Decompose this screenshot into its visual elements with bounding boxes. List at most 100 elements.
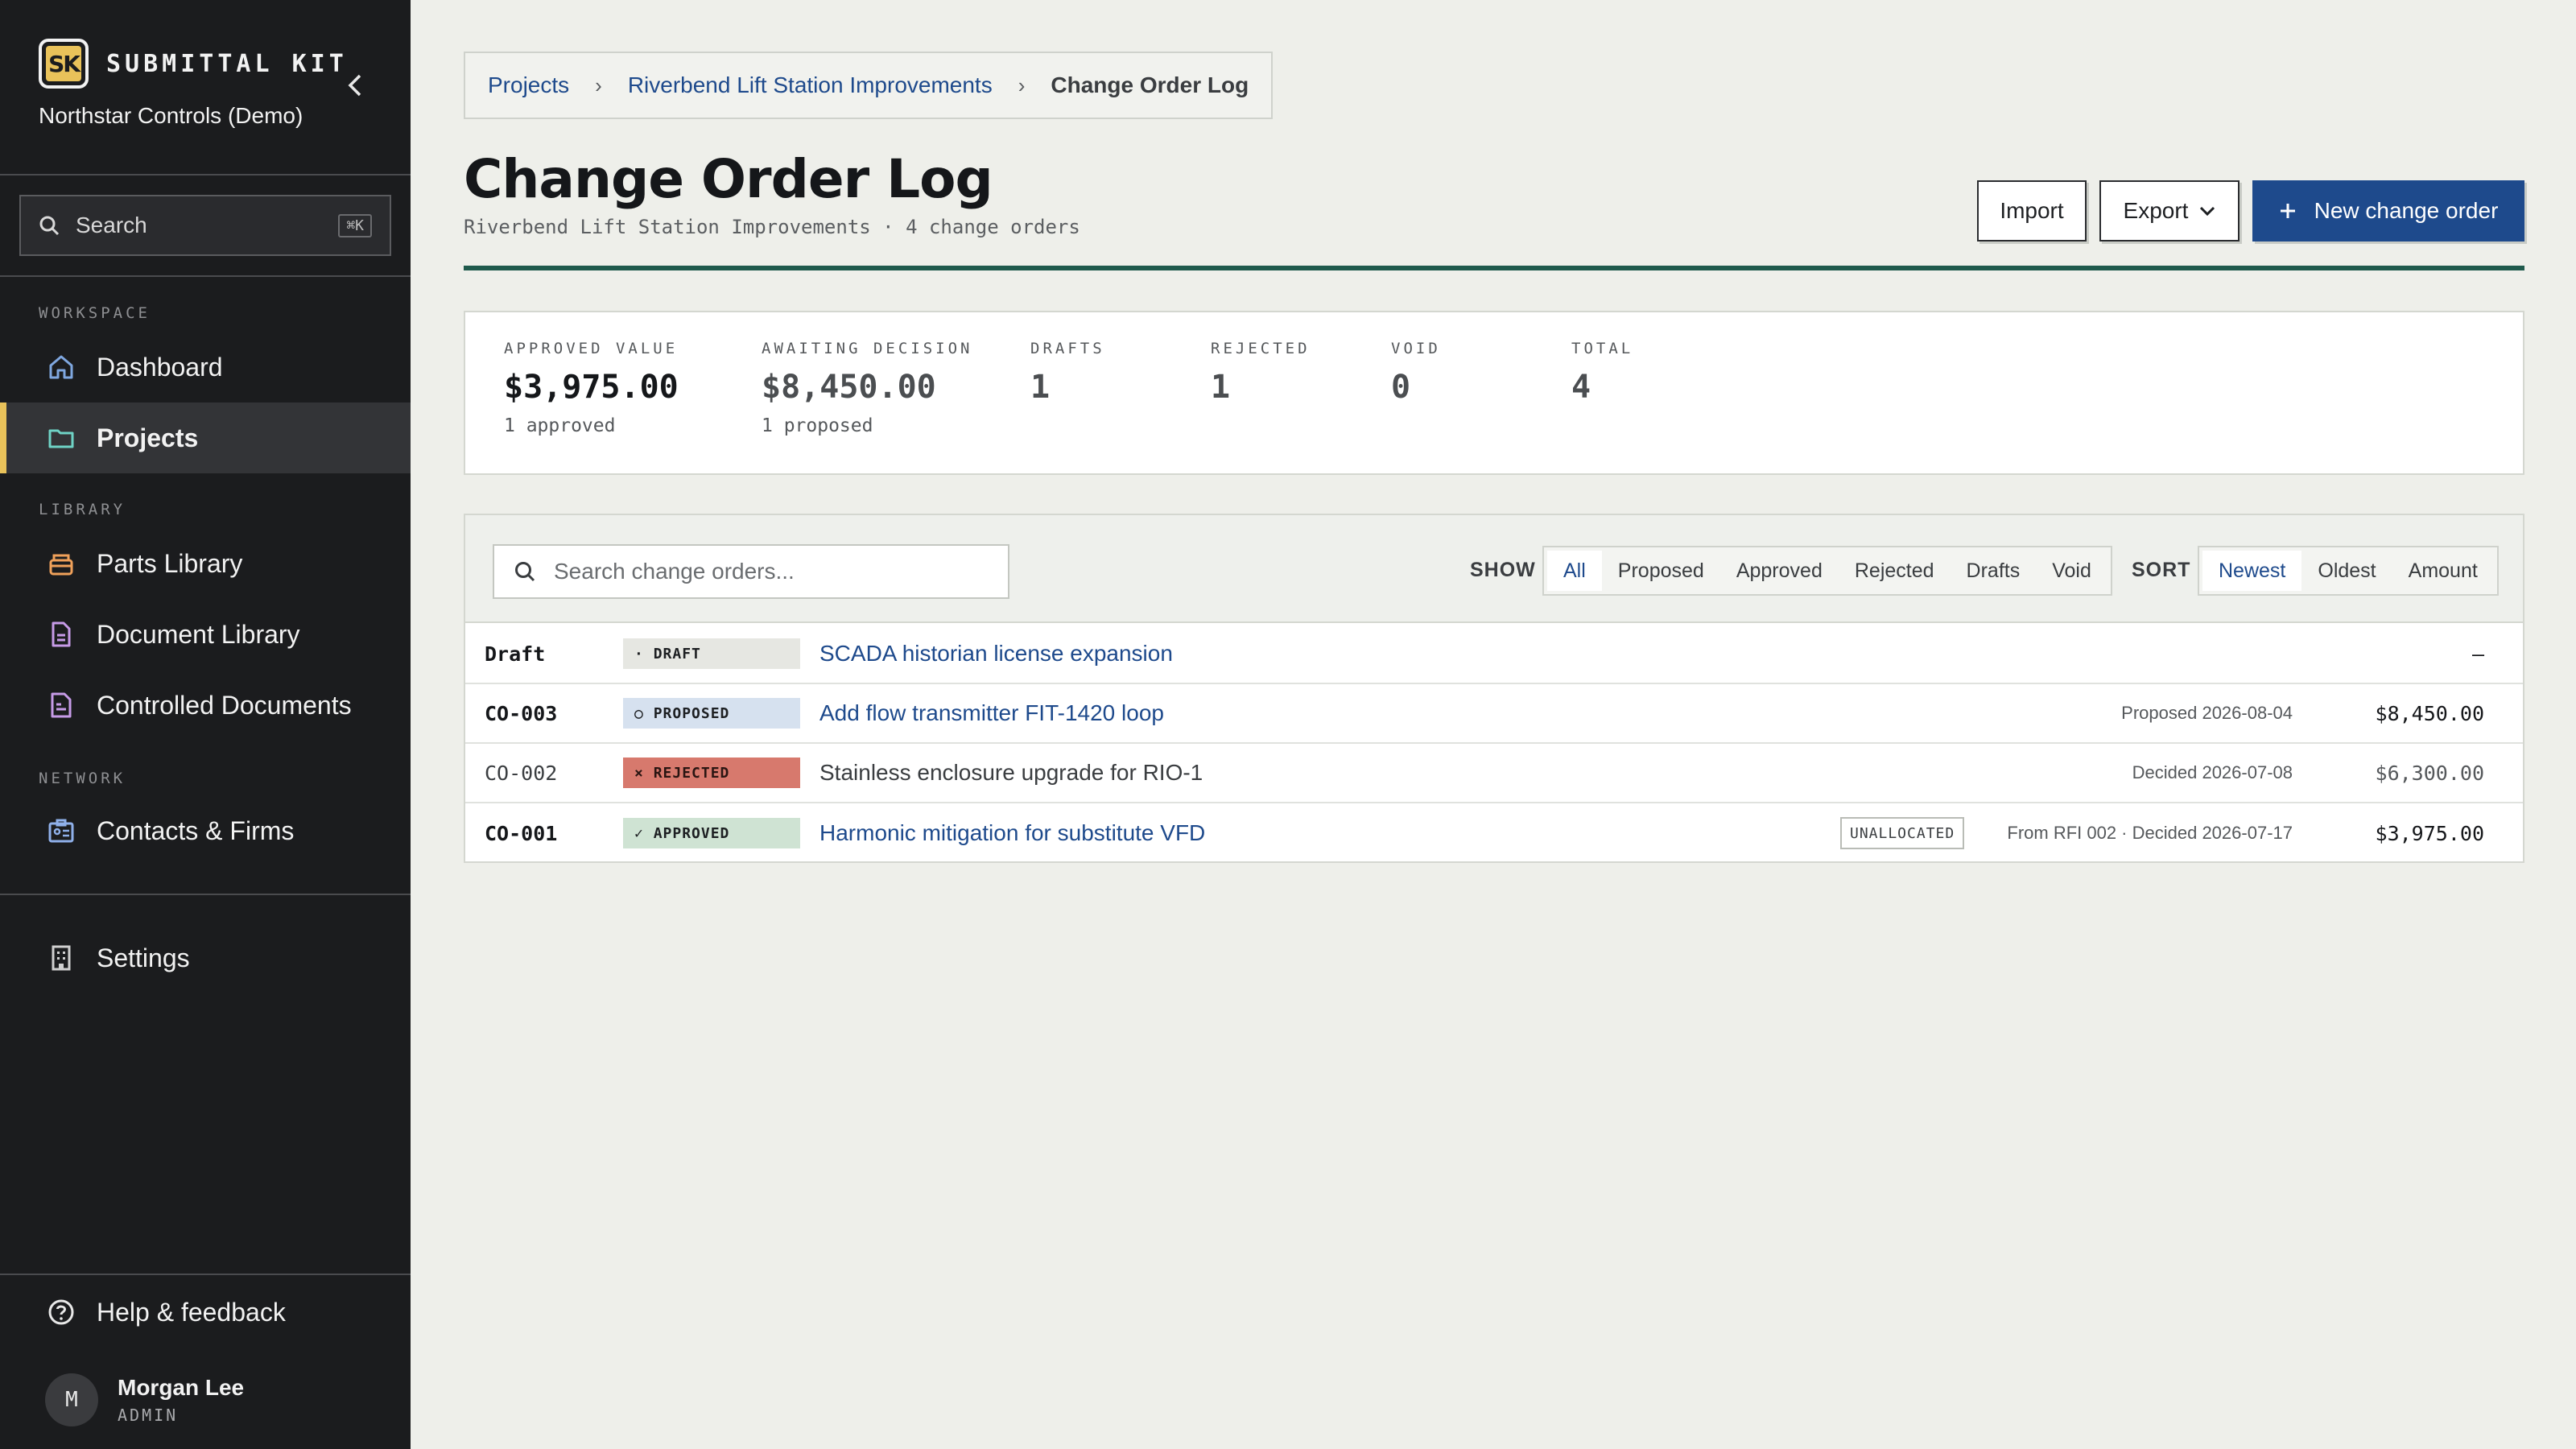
show-filter-label: SHOW — [1470, 559, 1536, 581]
search-placeholder: Search change orders... — [554, 559, 795, 584]
user-name: Morgan Lee — [118, 1375, 245, 1400]
sidebar-item-label: Dashboard — [97, 352, 223, 382]
sidebar-item-label: Parts Library — [97, 548, 243, 578]
sidebar-item-projects[interactable]: Projects — [0, 402, 411, 473]
sidebar-search[interactable]: Search ⌘K — [19, 195, 391, 256]
filter-void[interactable]: Void — [2036, 551, 2107, 591]
sidebar-item-dashboard[interactable]: Dashboard — [0, 332, 411, 402]
stat-value: 1 — [1211, 369, 1231, 406]
sidebar-divider — [0, 275, 411, 277]
contacts-icon — [45, 815, 77, 847]
stat-value: 0 — [1391, 369, 1411, 406]
summary-stats: APPROVED VALUE $3,975.00 1 approved AWAI… — [464, 311, 2524, 475]
stat-value: 4 — [1571, 369, 1591, 406]
sort-amount[interactable]: Amount — [2392, 551, 2494, 591]
filter-approved[interactable]: Approved — [1720, 551, 1839, 591]
breadcrumb-project[interactable]: Riverbend Lift Station Improvements — [628, 72, 993, 98]
sort-label: SORT — [2132, 559, 2191, 581]
stat-total: TOTAL 4 — [1571, 340, 1633, 406]
status-icon: ✓ — [634, 824, 644, 842]
change-order-number: CO-001 — [485, 821, 558, 845]
change-order-title[interactable]: Add flow transmitter FIT-1420 loop — [819, 700, 1164, 726]
sidebar-item-controlled-documents[interactable]: Controlled Documents — [0, 670, 411, 741]
breadcrumb-separator: › — [595, 72, 602, 97]
breadcrumb: Projects › Riverbend Lift Station Improv… — [464, 52, 1274, 119]
sidebar-item-settings[interactable]: Settings — [0, 923, 411, 993]
sidebar-divider — [0, 174, 411, 175]
status-badge: ✓ APPROVED — [623, 818, 800, 848]
change-order-number: CO-003 — [485, 701, 558, 725]
stat-label: TOTAL — [1571, 340, 1634, 357]
change-order-title[interactable]: SCADA historian license expansion — [819, 641, 1173, 667]
change-order-meta: From RFI 002 · Decided 2026-07-17 — [2007, 823, 2293, 843]
sidebar-item-contacts-firms[interactable]: Contacts & Firms — [0, 795, 411, 866]
change-order-list: Search change orders... SHOW All Propose… — [464, 514, 2524, 863]
stat-label: DRAFTS — [1030, 340, 1105, 357]
page-subtitle: Riverbend Lift Station Improvements · 4 … — [464, 216, 1080, 238]
table-row[interactable]: CO-003 ○ PROPOSED Add flow transmitter F… — [465, 684, 2523, 744]
new-change-order-label: New change order — [2314, 198, 2499, 223]
change-order-number: Draft — [485, 642, 546, 666]
stat-void: VOID 0 — [1391, 340, 1441, 406]
filter-rejected[interactable]: Rejected — [1839, 551, 1951, 591]
stat-label: AWAITING DECISION — [762, 340, 973, 357]
stat-label: REJECTED — [1211, 340, 1311, 357]
section-label-network: NETWORK — [39, 770, 126, 787]
search-icon — [39, 216, 60, 236]
help-feedback-link[interactable]: Help & feedback — [0, 1277, 411, 1348]
sidebar-item-label: Projects — [97, 423, 199, 452]
allocation-tag: UNALLOCATED — [1840, 817, 1965, 849]
table-row[interactable]: Draft · DRAFT SCADA historian license ex… — [465, 625, 2523, 684]
collapse-sidebar-button[interactable] — [341, 71, 370, 100]
sidebar-divider — [0, 1274, 411, 1275]
change-order-amount: $3,975.00 — [2375, 821, 2484, 845]
building-icon — [45, 942, 77, 974]
change-order-amount: $8,450.00 — [2375, 701, 2484, 725]
document-icon — [45, 618, 77, 650]
plus-icon — [2280, 204, 2295, 218]
stat-approved-value: APPROVED VALUE $3,975.00 1 approved — [504, 340, 679, 436]
stat-label: VOID — [1391, 340, 1441, 357]
sort-oldest[interactable]: Oldest — [2301, 551, 2392, 591]
sidebar-item-parts-library[interactable]: Parts Library — [0, 528, 411, 599]
header-rule — [464, 266, 2524, 270]
sort-newest[interactable]: Newest — [2202, 551, 2302, 591]
breadcrumb-current: Change Order Log — [1051, 72, 1249, 97]
export-button-label: Export — [2123, 198, 2189, 223]
section-label-workspace: WORKSPACE — [39, 304, 151, 322]
export-button[interactable]: Export — [2099, 180, 2240, 242]
change-order-search-input[interactable]: Search change orders... — [493, 544, 1009, 599]
change-order-meta: Decided 2026-07-08 — [2132, 762, 2293, 782]
status-badge: · DRAFT — [623, 638, 800, 669]
status-icon: ○ — [634, 704, 644, 722]
sidebar-divider — [0, 894, 411, 895]
folder-icon — [45, 422, 77, 454]
sidebar: SK SUBMITTAL KIT Northstar Controls (Dem… — [0, 0, 411, 1449]
breadcrumb-projects[interactable]: Projects — [488, 72, 569, 98]
stat-note: 1 proposed — [762, 415, 873, 436]
user-menu[interactable]: M Morgan Lee ADMIN — [45, 1373, 244, 1426]
stat-value: $3,975.00 — [504, 369, 679, 406]
filter-proposed[interactable]: Proposed — [1602, 551, 1720, 591]
sidebar-item-label: Settings — [97, 943, 190, 972]
chevron-left-icon — [348, 74, 361, 97]
chevron-down-icon — [2200, 206, 2215, 217]
filter-all[interactable]: All — [1547, 551, 1602, 591]
page-title: Change Order Log — [464, 148, 993, 210]
sidebar-item-document-library[interactable]: Document Library — [0, 599, 411, 670]
change-order-amount: $6,300.00 — [2375, 761, 2484, 785]
controlled-document-icon — [45, 689, 77, 721]
new-change-order-button[interactable]: New change order — [2252, 180, 2524, 242]
table-row[interactable]: CO-001 ✓ APPROVED Harmonic mitigation fo… — [465, 803, 2523, 863]
sort-control: Newest Oldest Amount — [2198, 546, 2499, 596]
import-button[interactable]: Import — [1977, 180, 2087, 242]
brand[interactable]: SK SUBMITTAL KIT — [39, 39, 348, 89]
table-row[interactable]: CO-002 × REJECTED Stainless enclosure up… — [465, 744, 2523, 803]
filter-drafts[interactable]: Drafts — [1951, 551, 2037, 591]
change-order-title[interactable]: Harmonic mitigation for substitute VFD — [819, 820, 1205, 846]
search-icon — [515, 562, 535, 582]
status-text: REJECTED — [653, 764, 730, 782]
change-order-title[interactable]: Stainless enclosure upgrade for RIO-1 — [819, 760, 1203, 786]
stat-rejected: REJECTED 1 — [1211, 340, 1311, 406]
section-label-library: LIBRARY — [39, 501, 126, 518]
